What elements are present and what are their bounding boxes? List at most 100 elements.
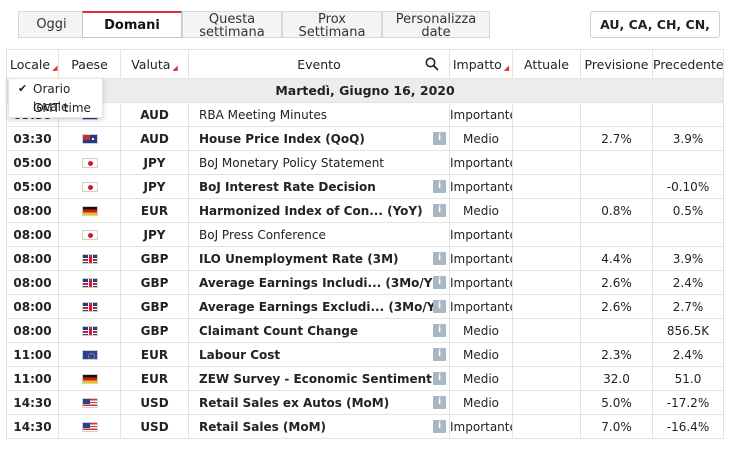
event-row[interactable]: 05:00 JPY BoJ Interest Rate Decision i Impor… [6,174,724,199]
event-currency: GBP [120,294,189,319]
event-name[interactable]: House Price Index (QoQ) [199,132,365,146]
event-name[interactable]: Average Earnings Includi... (3Mo/Yr) [199,276,444,290]
event-name-cell[interactable]: ZEW Survey - Economic Sentiment i [188,366,450,391]
event-previous: 0.5% [652,198,724,223]
event-name[interactable]: BoJ Interest Rate Decision [199,180,376,194]
column-header-impatto[interactable]: Impatto ◢ [449,49,513,79]
tab-oggi[interactable]: Oggi [18,11,85,38]
event-name[interactable]: Claimant Count Change [199,324,358,338]
event-name[interactable]: Labour Cost [199,348,280,362]
gb-flag-icon [81,278,98,288]
info-icon[interactable]: i [433,324,446,337]
event-row[interactable]: 08:00 GBP Average Earnings Excludi... (3Mo… [6,294,724,319]
info-icon[interactable]: i [433,300,446,313]
event-impact: Medio [449,366,513,391]
event-currency: USD [120,390,189,415]
info-icon[interactable]: i [433,204,446,217]
event-actual [512,318,581,343]
event-previous: 2.4% [652,270,724,295]
event-actual [512,246,581,271]
event-row[interactable]: 08:00 GBP Average Earnings Includi... (3Mo… [6,270,724,295]
event-row[interactable]: 05:00 JPY BoJ Monetary Policy Statement Imp… [6,150,724,175]
country-cell [58,390,121,415]
info-icon[interactable]: i [433,132,446,145]
event-row[interactable]: 11:00 EUR Labour Cost i Medio 2.3% 2.4% [6,342,724,367]
search-icon[interactable] [425,57,439,71]
locale-option-orario-locale[interactable]: ✔ Orario locale [9,80,104,114]
column-header-locale[interactable]: Locale ◢ [6,49,59,79]
event-name-cell[interactable]: Claimant Count Change i [188,318,450,343]
event-name-cell[interactable]: ILO Unemployment Rate (3M) i [188,246,450,271]
event-time: 08:00 [6,222,59,247]
event-name-cell[interactable]: BoJ Press Conference [188,222,450,247]
column-header-paese[interactable]: Paese [58,49,121,79]
tab-domani[interactable]: Domani [82,11,182,38]
event-name-cell[interactable]: BoJ Monetary Policy Statement [188,150,450,175]
event-forecast: 2.3% [580,342,653,367]
event-row[interactable]: 08:00 GBP ILO Unemployment Rate (3M) i Impor… [6,246,724,271]
column-label: Previsione [584,56,649,72]
event-forecast [580,102,653,127]
event-impact: Medio [449,126,513,151]
event-name[interactable]: ZEW Survey - Economic Sentiment [199,372,432,386]
country-cell [58,414,121,439]
locale-option-gmt-time[interactable]: GMT time [9,99,104,117]
event-row[interactable]: 08:00 JPY BoJ Press Conference Importante [6,222,724,247]
event-name-cell[interactable]: Average Earnings Includi... (3Mo/Yr) i [188,270,450,295]
info-icon[interactable]: i [433,276,446,289]
event-currency: EUR [120,366,189,391]
info-icon[interactable]: i [433,372,446,385]
event-name-cell[interactable]: Retail Sales (MoM) i [188,414,450,439]
event-row[interactable]: 11:00 EUR ZEW Survey - Economic Sentiment i… [6,366,724,391]
event-time: 11:00 [6,366,59,391]
event-name[interactable]: Retail Sales ex Autos (MoM) [199,396,389,410]
event-name-cell[interactable]: BoJ Interest Rate Decision i [188,174,450,199]
info-icon[interactable]: i [433,252,446,265]
info-icon[interactable]: i [433,180,446,193]
event-forecast: 0.8% [580,198,653,223]
tab-prox-settimana[interactable]: Prox Settimana [282,11,382,39]
event-name-cell[interactable]: Labour Cost i [188,342,450,367]
sort-arrow-icon: ◢ [503,63,510,72]
event-previous: -17.2% [652,390,724,415]
column-label: Impatto [452,56,502,72]
date-group-row: Martedì, Giugno 16, 2020 [6,78,724,103]
event-name[interactable]: Retail Sales (MoM) [199,420,326,434]
country-filter-button[interactable]: AU, CA, CH, CN, ... [590,11,720,57]
event-previous: 2.4% [652,342,724,367]
event-name[interactable]: Average Earnings Excludi... (3Mo/Yr) [199,300,447,314]
event-name-cell[interactable]: Average Earnings Excludi... (3Mo/Yr) i [188,294,450,319]
economic-calendar-table: Locale ◢ Paese Valuta ◢ Evento Impatto ◢ At… [6,49,724,439]
event-name-cell[interactable]: Retail Sales ex Autos (MoM) i [188,390,450,415]
event-impact: Importante [449,150,513,175]
event-row[interactable]: 08:00 GBP Claimant Count Change i Medio 856.5… [6,318,724,343]
country-cell [58,366,121,391]
column-label: Precedente [653,56,724,72]
event-actual [512,342,581,367]
info-icon[interactable]: i [433,420,446,433]
event-row[interactable]: 08:00 EUR Harmonized Index of Con... (YoY)… [6,198,724,223]
tab-questa-settimana[interactable]: Questa settimana [182,11,282,39]
info-icon[interactable]: i [433,396,446,409]
event-name[interactable]: ILO Unemployment Rate (3M) [199,252,399,266]
gb-flag-icon [81,254,98,264]
event-name[interactable]: BoJ Press Conference [199,228,326,242]
event-name[interactable]: BoJ Monetary Policy Statement [199,156,384,170]
column-header-valuta[interactable]: Valuta ◢ [120,49,189,79]
event-row[interactable]: 03:30 AUD House Price Index (QoQ) i Medio 2.7… [6,126,724,151]
event-name-cell[interactable]: Harmonized Index of Con... (YoY) i [188,198,450,223]
event-row[interactable]: 14:30 USD Retail Sales (MoM) i Importante 7.0… [6,414,724,439]
event-name[interactable]: RBA Meeting Minutes [199,108,327,122]
column-header-evento[interactable]: Evento [188,49,450,79]
country-cell [58,318,121,343]
event-name-cell[interactable]: House Price Index (QoQ) i [188,126,450,151]
event-row[interactable]: 14:30 USD Retail Sales ex Autos (MoM) i Medi… [6,390,724,415]
event-time: 08:00 [6,198,59,223]
event-time: 08:00 [6,270,59,295]
info-icon[interactable]: i [433,348,446,361]
event-previous: -0.10% [652,174,724,199]
event-name-cell[interactable]: RBA Meeting Minutes [188,102,450,127]
event-row[interactable]: 03:30AUDRBA Meeting MinutesImportante [6,102,724,127]
tab-personalizza-date[interactable]: Personalizza date [382,11,490,39]
event-name[interactable]: Harmonized Index of Con... (YoY) [199,204,423,218]
